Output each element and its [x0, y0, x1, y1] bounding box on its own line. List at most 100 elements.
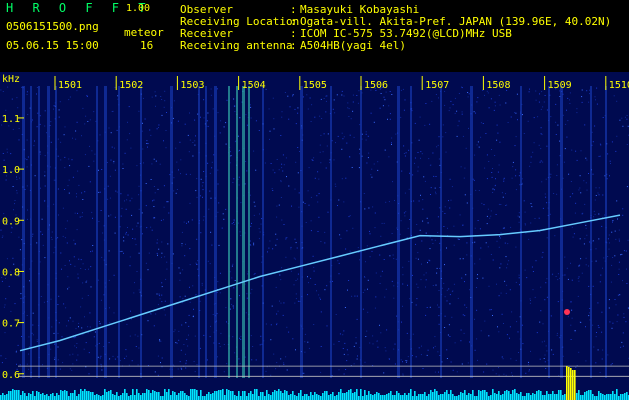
noise-dot — [374, 227, 376, 229]
noise-dot — [32, 235, 33, 237]
noise-dot — [338, 369, 340, 371]
noise-dot — [276, 322, 278, 324]
noise-dot — [438, 136, 440, 138]
noise-dot — [345, 177, 347, 179]
noise-dot — [626, 115, 628, 116]
noise-dot — [616, 135, 618, 137]
noise-dot — [203, 117, 205, 119]
noise-dot — [18, 128, 20, 129]
noise-dot — [240, 235, 242, 237]
noise-dot — [555, 134, 557, 135]
noise-dot — [175, 147, 177, 149]
noise-dot — [210, 94, 212, 96]
noise-dot — [422, 220, 424, 222]
noise-dot — [449, 303, 451, 305]
noise-dot — [580, 192, 582, 194]
level-bar — [438, 395, 440, 400]
noise-dot — [507, 243, 509, 245]
noise-dot — [539, 93, 540, 95]
noise-dot — [400, 116, 402, 118]
noise-dot — [135, 244, 137, 246]
noise-dot — [365, 133, 367, 135]
noise-dot — [276, 238, 278, 240]
noise-dot — [460, 329, 462, 331]
noise-dot — [46, 132, 47, 134]
noise-dot — [339, 333, 341, 335]
noise-dot — [200, 178, 202, 180]
noise-dot — [623, 313, 625, 315]
noise-dot — [501, 313, 503, 315]
noise-dot — [276, 362, 278, 364]
noise-dot — [541, 341, 543, 343]
noise-dot — [206, 359, 208, 361]
level-bar — [472, 390, 474, 400]
level-bar — [374, 394, 376, 400]
noise-dot — [394, 363, 396, 365]
noise-dot — [515, 189, 517, 191]
noise-dot — [492, 192, 494, 193]
noise-dot — [57, 359, 59, 361]
level-bar — [340, 389, 342, 400]
noise-dot — [270, 339, 272, 341]
noise-dot — [2, 91, 4, 92]
noise-dot — [484, 94, 485, 96]
noise-dot — [82, 199, 84, 200]
noise-dot — [608, 234, 610, 236]
noise-dot — [199, 347, 201, 349]
level-bar — [592, 394, 594, 400]
noise-dot — [385, 350, 387, 352]
noise-dot — [521, 324, 523, 326]
noise-dot — [498, 331, 500, 333]
noise-dot — [195, 294, 197, 296]
noise-dot — [433, 347, 434, 349]
meteor-streak — [360, 86, 362, 378]
noise-dot — [99, 323, 101, 325]
noise-dot — [463, 332, 465, 334]
noise-dot — [76, 347, 77, 349]
noise-dot — [41, 233, 43, 235]
noise-dot — [598, 327, 600, 328]
noise-dot — [184, 255, 186, 257]
noise-dot — [503, 323, 504, 324]
noise-dot — [62, 235, 64, 237]
noise-dot — [281, 267, 283, 269]
noise-dot — [352, 227, 354, 229]
noise-dot — [211, 244, 213, 246]
noise-dot — [540, 127, 542, 129]
noise-dot — [366, 162, 368, 164]
axis-unit-label: kHz — [2, 74, 20, 85]
level-bar — [376, 392, 378, 400]
noise-dot — [72, 353, 74, 355]
level-bar — [524, 396, 526, 400]
noise-dot — [589, 241, 591, 243]
noise-dot — [164, 314, 166, 316]
level-bar — [48, 396, 50, 400]
noise-dot — [365, 261, 366, 263]
level-bar — [22, 391, 24, 400]
noise-dot — [539, 231, 541, 233]
noise-dot — [465, 274, 467, 276]
noise-dot — [543, 358, 545, 359]
noise-dot — [369, 256, 371, 258]
level-bar — [506, 390, 508, 400]
noise-dot — [10, 310, 12, 312]
y-tick-label: 0.6 — [2, 370, 20, 381]
noise-dot — [114, 169, 116, 171]
noise-dot — [147, 320, 149, 322]
noise-dot — [556, 175, 558, 176]
noise-dot — [464, 167, 466, 169]
noise-dot — [414, 157, 416, 159]
noise-dot — [607, 238, 609, 240]
noise-dot — [166, 261, 168, 263]
noise-dot — [273, 353, 275, 355]
noise-dot — [182, 269, 184, 271]
noise-dot — [98, 191, 100, 193]
noise-dot — [402, 266, 404, 268]
noise-dot — [457, 297, 459, 299]
noise-dot — [250, 245, 252, 246]
noise-dot — [585, 257, 587, 259]
noise-dot — [532, 151, 534, 153]
noise-dot — [571, 149, 573, 151]
noise-dot — [546, 145, 548, 147]
noise-dot — [295, 123, 297, 125]
